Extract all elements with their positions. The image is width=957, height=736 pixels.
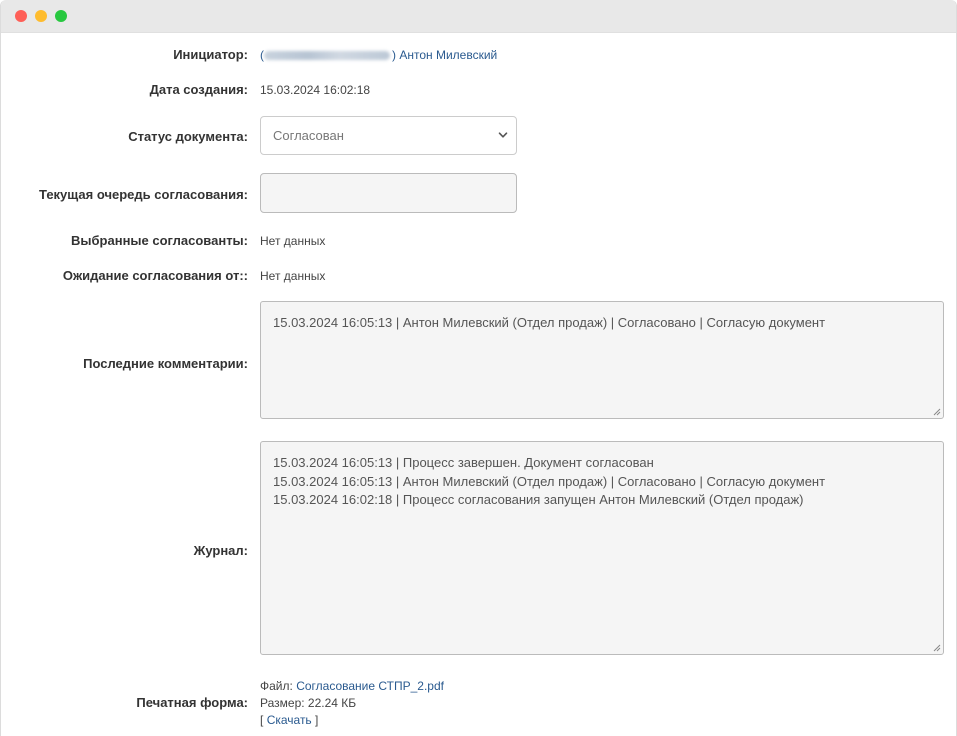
created-value: 15.03.2024 16:02:18 (260, 83, 371, 97)
status-selected-value: Согласован (273, 128, 344, 143)
queue-label: Текущая очередь согласования: (39, 187, 248, 202)
file-size: Размер: 22.24 КБ (260, 696, 357, 710)
close-window-button[interactable] (15, 10, 27, 22)
file-link[interactable]: Согласование СТПР_2.pdf (296, 679, 444, 693)
file-label: Файл: (260, 679, 293, 693)
print-form-info: Файл: Согласование СТПР_2.pdf Размер: 22… (260, 678, 444, 729)
comments-label: Последние комментарии: (83, 356, 248, 371)
comments-textarea[interactable]: 15.03.2024 16:05:13 | Антон Милевский (О… (260, 301, 944, 419)
status-select[interactable]: Согласован (260, 116, 517, 155)
minimize-window-button[interactable] (35, 10, 47, 22)
comment-line: 15.03.2024 16:05:13 | Антон Милевский (О… (273, 315, 826, 330)
initiator-label: Инициатор: (173, 47, 248, 62)
download-link[interactable]: Скачать (267, 713, 312, 727)
waiting-label: Ожидание согласования от:: (62, 268, 248, 283)
waiting-value: Нет данных (260, 269, 326, 283)
journal-line: 15.03.2024 16:02:18 | Процесс согласован… (273, 492, 804, 507)
journal-line: 15.03.2024 16:05:13 | Процесс завершен. … (273, 455, 654, 470)
resize-grip-icon[interactable] (932, 643, 941, 652)
title-bar (1, 0, 956, 33)
app-window: Инициатор: () Антон Милевский Дата созда… (0, 0, 957, 736)
file-row: Файл: Согласование СТПР_2.pdf (260, 678, 444, 695)
status-label: Статус документа: (128, 129, 248, 144)
maximize-window-button[interactable] (55, 10, 67, 22)
redacted-text (264, 51, 390, 61)
journal-label: Журнал: (193, 543, 248, 558)
bracket-open: [ (260, 713, 264, 727)
bracket-close: ] (315, 713, 319, 727)
print-form-label: Печатная форма: (136, 695, 248, 710)
initiator-link[interactable]: Антон Милевский (399, 48, 497, 62)
approvers-label: Выбранные согласованты: (71, 233, 248, 248)
initiator-value: () Антон Милевский (260, 48, 497, 62)
chevron-down-icon (498, 132, 508, 138)
created-label: Дата создания: (149, 82, 248, 97)
approvers-value: Нет данных (260, 234, 326, 248)
download-row: [ Скачать ] (260, 712, 444, 729)
resize-grip-icon[interactable] (932, 407, 941, 416)
journal-line: 15.03.2024 16:05:13 | Антон Милевский (О… (273, 473, 826, 489)
initiator-suffix: ) (392, 48, 396, 62)
queue-field[interactable] (260, 173, 517, 213)
journal-textarea[interactable]: 15.03.2024 16:05:13 | Процесс завершен. … (260, 441, 944, 655)
